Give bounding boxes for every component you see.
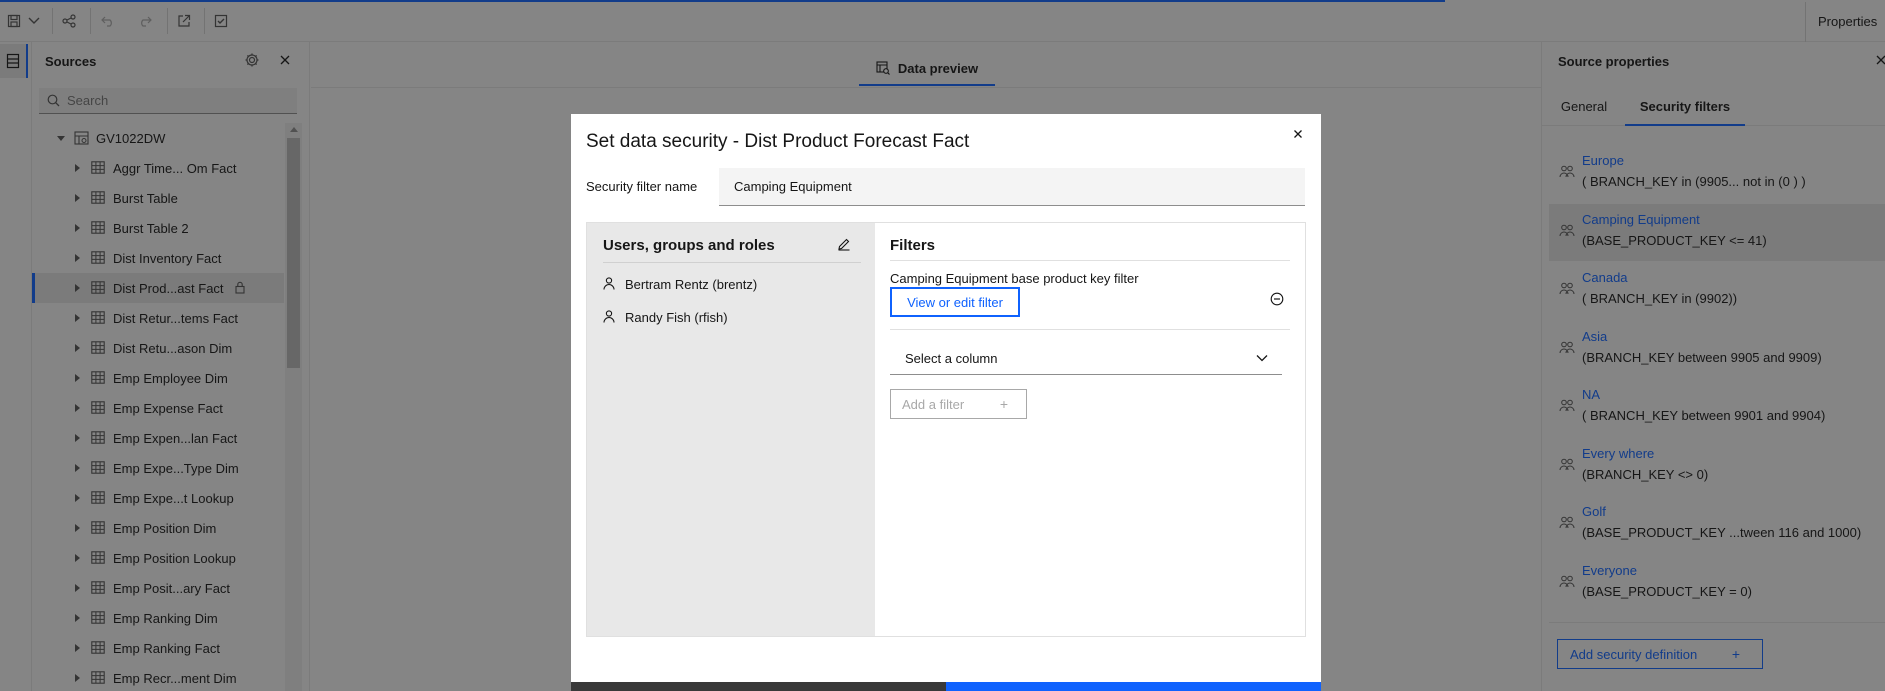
filters-title: Filters [890,237,936,254]
filters-divider [890,329,1290,330]
add-filter-button[interactable]: Add a filter + [890,389,1027,419]
ugr-title: Users, groups and roles [603,237,775,254]
security-filter-name-input[interactable] [719,168,1305,206]
user-icon [603,310,615,323]
plus-icon: + [999,396,1008,412]
set-data-security-modal: Set data security - Dist Product Forecas… [571,114,1321,691]
user-name: Randy Fish (rfish) [625,310,728,325]
remove-filter-icon[interactable] [1270,292,1284,306]
filter-description: Camping Equipment base product key filte… [890,271,1139,286]
user-icon [603,277,615,290]
cancel-button[interactable] [571,682,946,691]
ugr-divider [603,262,861,263]
edit-icon[interactable] [837,237,851,251]
add-filter-label: Add a filter [902,396,965,412]
security-filter-name-label: Security filter name [586,179,698,194]
column-select-value: Select a column [905,351,998,366]
ok-button[interactable] [946,682,1321,691]
filters-panel: Filters Camping Equipment base product k… [875,223,1305,636]
view-edit-filter-button[interactable]: View or edit filter [890,287,1020,317]
security-body: Users, groups and roles Bertram Rentz (b… [586,222,1306,637]
user-name: Bertram Rentz (brentz) [625,277,758,292]
users-groups-roles-panel: Users, groups and roles Bertram Rentz (b… [587,223,875,636]
chevron-down-icon [1256,354,1268,362]
modal-title: Set data security - Dist Product Forecas… [586,131,970,152]
filters-divider [890,260,1290,261]
close-icon[interactable] [1291,127,1305,141]
column-select[interactable]: Select a column [890,343,1282,375]
